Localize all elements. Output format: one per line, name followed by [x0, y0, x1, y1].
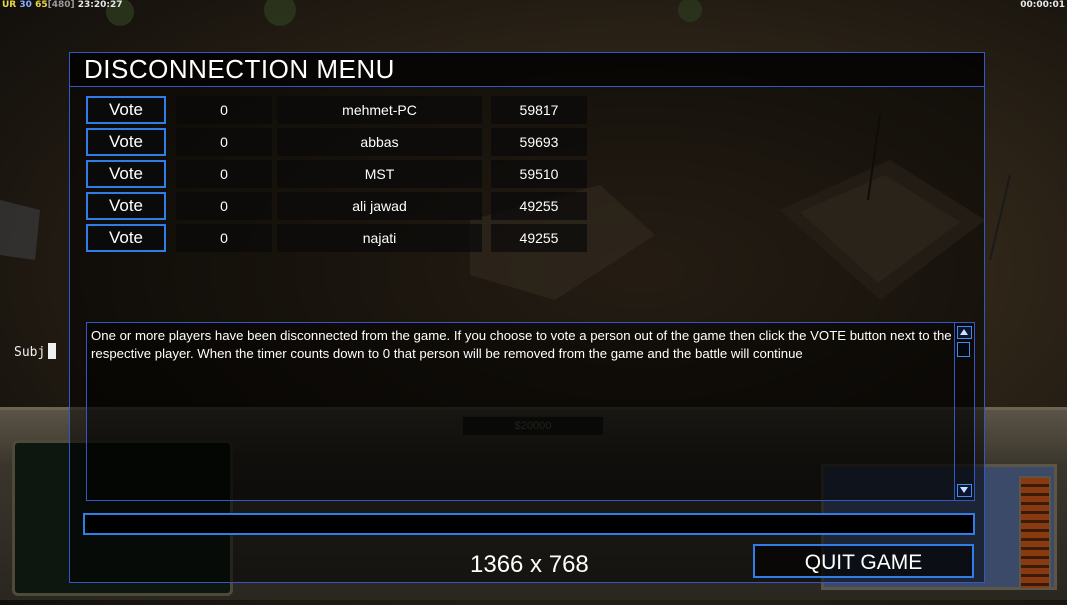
stat-b: 65: [35, 0, 48, 10]
vote-button[interactable]: Vote: [86, 160, 166, 188]
resolution-readout: 1366 x 768: [470, 551, 589, 578]
player-name: MST: [277, 160, 482, 188]
quit-game-button[interactable]: QUIT GAME: [753, 544, 974, 578]
player-timer: 49255: [491, 192, 587, 220]
vote-count: 0: [176, 224, 272, 252]
dialog-title-bar: DISCONNECTION MENU: [70, 53, 984, 87]
vote-button[interactable]: Vote: [86, 224, 166, 252]
vote-button[interactable]: Vote: [86, 192, 166, 220]
disconnection-dialog: DISCONNECTION MENU Vote 0 mehmet-PC 5981…: [69, 52, 985, 583]
chat-input[interactable]: [83, 513, 975, 535]
general-rank-bar: [1019, 476, 1051, 590]
game-timer: 00:00:01: [1020, 0, 1065, 10]
vote-button[interactable]: Vote: [86, 128, 166, 156]
message-box: One or more players have been disconnect…: [86, 322, 975, 501]
vote-button[interactable]: Vote: [86, 96, 166, 124]
player-timer: 59693: [491, 128, 587, 156]
fps-readout: UR 30 65[480] 23:20:27: [2, 0, 123, 10]
side-label-text: Subj: [14, 345, 46, 360]
clock: 23:20:27: [77, 0, 123, 10]
scroll-up-arrow-icon[interactable]: [957, 326, 972, 339]
text-cursor: [48, 343, 57, 359]
player-name: mehmet-PC: [277, 96, 482, 124]
vote-count: 0: [176, 96, 272, 124]
vote-count: 0: [176, 128, 272, 156]
message-scrollbar[interactable]: [954, 323, 974, 500]
side-label: Subj: [14, 343, 57, 360]
top-hud: UR 30 65[480] 23:20:27 00:00:01: [0, 0, 1067, 10]
player-timer: 49255: [491, 224, 587, 252]
stat-c: [480]: [47, 0, 75, 10]
scroll-thumb[interactable]: [957, 342, 970, 357]
scroll-down-arrow-icon[interactable]: [957, 484, 972, 497]
player-name: najati: [277, 224, 482, 252]
disconnect-message: One or more players have been disconnect…: [91, 328, 952, 361]
player-timer: 59817: [491, 96, 587, 124]
stat-ur: UR: [2, 0, 17, 10]
player-timer: 59510: [491, 160, 587, 188]
dialog-title: DISCONNECTION MENU: [84, 54, 395, 84]
vote-count: 0: [176, 192, 272, 220]
vote-count: 0: [176, 160, 272, 188]
player-name: ali jawad: [277, 192, 482, 220]
stat-a: 30: [19, 0, 32, 10]
player-name: abbas: [277, 128, 482, 156]
